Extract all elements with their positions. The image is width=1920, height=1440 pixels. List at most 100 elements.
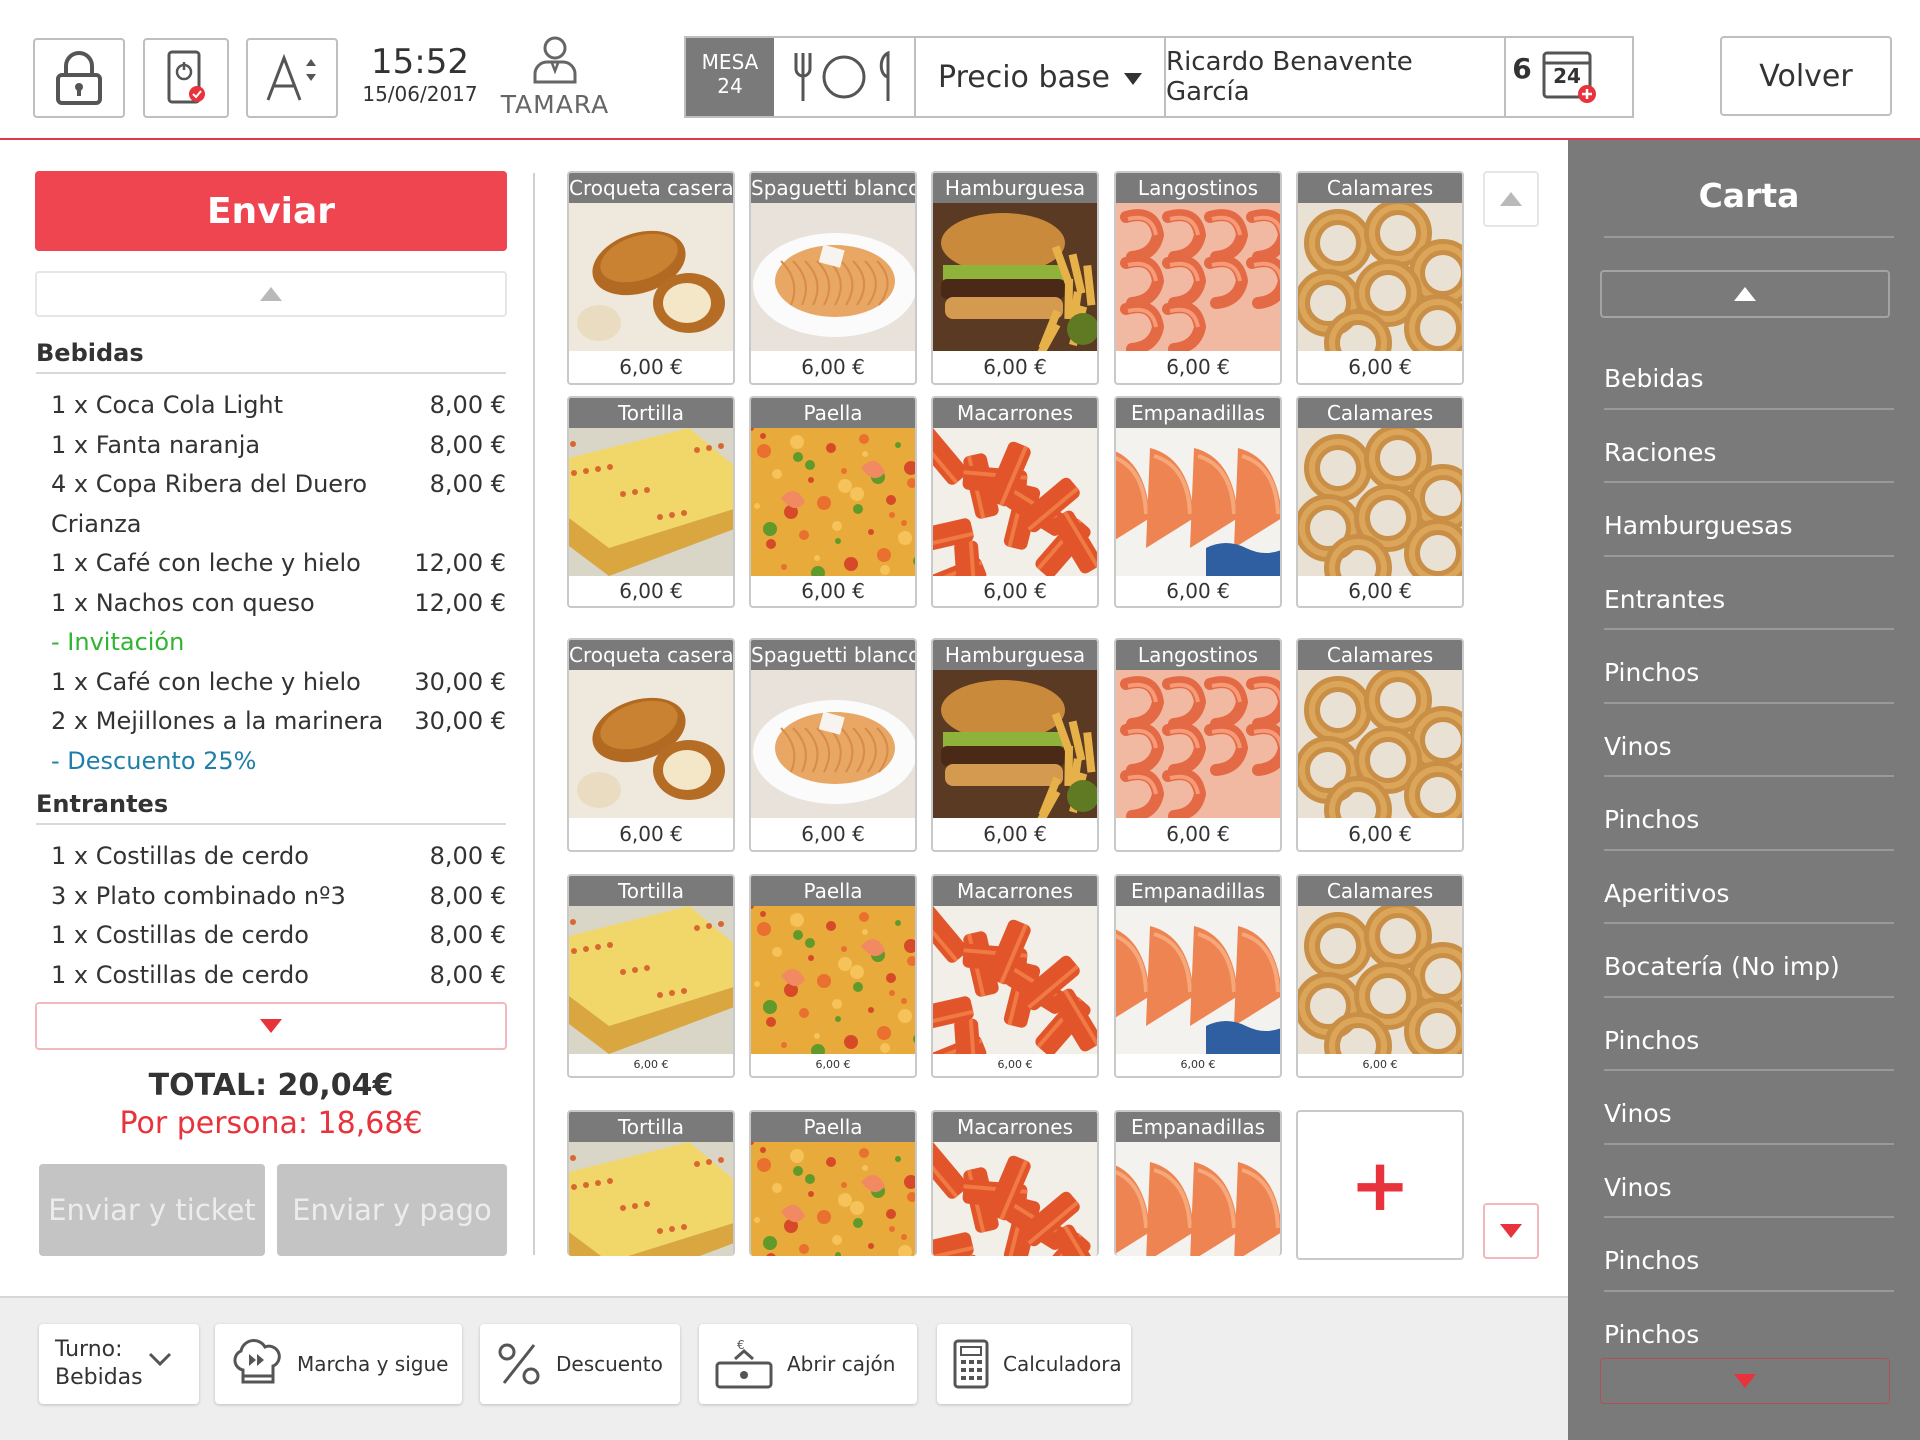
terminal-check-icon bbox=[167, 50, 205, 104]
product-image bbox=[1116, 428, 1280, 576]
menu-category-list: Bebidas Raciones Hamburguesas Entrantes Pinc… bbox=[1604, 336, 1894, 1365]
menu-category-item[interactable]: Pinchos bbox=[1604, 1218, 1894, 1292]
font-size-button[interactable] bbox=[246, 38, 338, 118]
product-image bbox=[569, 1142, 733, 1256]
diners-button[interactable]: 6 bbox=[774, 38, 1532, 116]
calculator-button[interactable]: Calculadora bbox=[937, 1324, 1131, 1404]
product-card[interactable]: Calamares 6,00 € bbox=[1296, 396, 1464, 608]
product-card[interactable]: Langostinos 6,00 € bbox=[1114, 638, 1282, 852]
order-line[interactable]: 1 x Nachos con queso 12,00 € bbox=[36, 584, 506, 624]
menu-category-item[interactable]: Hamburguesas bbox=[1604, 483, 1894, 557]
order-line-modifier[interactable]: - Descuento 25% bbox=[36, 742, 506, 782]
product-name: Hamburguesa bbox=[933, 640, 1097, 670]
shift-label: Turno: bbox=[55, 1337, 123, 1362]
order-line[interactable]: 1 x Fanta naranja 8,00 € bbox=[36, 426, 506, 466]
product-card[interactable]: Croqueta casera 6,00 € bbox=[567, 638, 735, 852]
product-image bbox=[1298, 670, 1462, 818]
menu-category-item[interactable]: Raciones bbox=[1604, 410, 1894, 483]
product-card[interactable]: Tortilla bbox=[567, 1110, 735, 1256]
cutlery-icon bbox=[794, 50, 890, 101]
menu-scroll-down-button[interactable] bbox=[1600, 1358, 1890, 1404]
order-line-description: 2 x Mejillones a la marinera bbox=[51, 707, 384, 735]
order-line-price bbox=[411, 505, 506, 545]
clock-date: 15/06/2017 bbox=[362, 82, 478, 106]
lock-icon bbox=[56, 51, 102, 105]
product-card[interactable]: Hamburguesa 6,00 € bbox=[931, 638, 1099, 852]
order-line[interactable]: 1 x Costillas de cerdo 8,00 € bbox=[36, 837, 506, 877]
order-line-price: 8,00 € bbox=[429, 391, 506, 419]
send-button[interactable]: Enviar bbox=[35, 171, 507, 251]
product-image bbox=[933, 203, 1097, 351]
product-card[interactable]: Calamares 6,00 € bbox=[1296, 874, 1464, 1078]
order-line[interactable]: 1 x Costillas de cerdo 8,00 € bbox=[36, 956, 506, 996]
menu-category-item[interactable]: Vinos bbox=[1604, 1145, 1894, 1218]
product-card[interactable]: Paella 6,00 € bbox=[749, 874, 917, 1078]
grid-scroll-down-button[interactable] bbox=[1483, 1203, 1539, 1259]
fire-continue-button[interactable]: Marcha y sigue bbox=[215, 1324, 462, 1404]
product-card[interactable]: Calamares 6,00 € bbox=[1296, 171, 1464, 385]
terminal-button[interactable] bbox=[143, 38, 229, 118]
user-indicator[interactable]: TAMARA bbox=[495, 34, 615, 119]
product-card[interactable]: Calamares 6,00 € bbox=[1296, 638, 1464, 852]
menu-category-item[interactable]: Vinos bbox=[1604, 704, 1894, 777]
menu-category-item[interactable]: Pinchos bbox=[1604, 998, 1894, 1071]
menu-category-item[interactable]: Bocatería (No imp) bbox=[1604, 924, 1894, 998]
product-card[interactable]: Croqueta casera 6,00 € bbox=[567, 171, 735, 385]
product-name: Empanadillas bbox=[1116, 398, 1280, 428]
product-price: 6,00 € bbox=[983, 355, 1047, 379]
table-number[interactable]: MESA 24 bbox=[686, 38, 774, 116]
menu-category-item[interactable]: Aperitivos bbox=[1604, 851, 1894, 924]
client-name[interactable]: Ricardo Benavente García bbox=[1166, 38, 1506, 116]
discount-button[interactable]: Descuento bbox=[480, 1324, 680, 1404]
order-scroll-up-button[interactable] bbox=[35, 271, 507, 317]
product-card[interactable]: Empanadillas 6,00 € bbox=[1114, 874, 1282, 1078]
order-line[interactable]: 1 x Costillas de cerdo 8,00 € bbox=[36, 916, 506, 956]
send-pay-button[interactable]: Enviar y pago bbox=[277, 1164, 507, 1256]
chef-forward-icon bbox=[233, 1339, 281, 1384]
product-card[interactable]: Empanadillas bbox=[1114, 1110, 1282, 1256]
menu-category-item[interactable]: Vinos bbox=[1604, 1071, 1894, 1145]
product-card[interactable]: Hamburguesa 6,00 € bbox=[931, 171, 1099, 385]
product-card[interactable]: Tortilla 6,00 € bbox=[567, 396, 735, 608]
send-ticket-button[interactable]: Enviar y ticket bbox=[39, 1164, 265, 1256]
add-product-button[interactable]: + bbox=[1296, 1110, 1464, 1260]
lock-button[interactable] bbox=[33, 38, 125, 118]
product-card[interactable]: Spaguetti blanco 6,00 € bbox=[749, 638, 917, 852]
price-mode-dropdown[interactable]: Precio base bbox=[916, 38, 1166, 116]
product-card[interactable]: Macarrones bbox=[931, 1110, 1099, 1256]
order-line[interactable]: 1 x Café con leche y hielo 30,00 € bbox=[36, 663, 506, 703]
product-card[interactable]: Langostinos 6,00 € bbox=[1114, 171, 1282, 385]
order-category-title: Bebidas bbox=[36, 336, 506, 374]
shift-value: Bebidas bbox=[55, 1365, 143, 1390]
order-line[interactable]: 2 x Mejillones a la marinera 30,00 € bbox=[36, 702, 506, 742]
product-name: Paella bbox=[751, 1112, 915, 1142]
product-card[interactable]: Macarrones 6,00 € bbox=[931, 874, 1099, 1078]
product-card[interactable]: Macarrones 6,00 € bbox=[931, 396, 1099, 608]
menu-category-item[interactable]: Pinchos bbox=[1604, 630, 1894, 704]
order-line[interactable]: 1 x Café con leche y hielo 12,00 € bbox=[36, 544, 506, 584]
menu-category-item[interactable]: Pinchos bbox=[1604, 1292, 1894, 1366]
order-line-price: 8,00 € bbox=[429, 842, 506, 870]
grid-scroll-up-button[interactable] bbox=[1483, 171, 1539, 227]
order-line[interactable]: Crianza bbox=[36, 505, 506, 545]
order-line-price: 8,00 € bbox=[429, 881, 506, 910]
back-button[interactable]: Volver bbox=[1720, 36, 1892, 116]
order-line[interactable]: 3 x Plato combinado nº3 8,00 € bbox=[36, 877, 506, 917]
product-card[interactable]: Spaguetti blanco 6,00 € bbox=[749, 171, 917, 385]
price-mode-value: Precio base bbox=[938, 59, 1110, 95]
order-line[interactable]: 4 x Copa Ribera del Duero 8,00 € bbox=[36, 465, 506, 505]
menu-scroll-up-button[interactable] bbox=[1600, 270, 1890, 318]
product-card[interactable]: Paella 6,00 € bbox=[749, 396, 917, 608]
menu-category-item[interactable]: Bebidas bbox=[1604, 336, 1894, 410]
shift-selector[interactable]: Turno: Bebidas bbox=[39, 1324, 199, 1404]
menu-category-item[interactable]: Entrantes bbox=[1604, 557, 1894, 630]
order-scroll-down-button[interactable] bbox=[35, 1002, 507, 1050]
order-line[interactable]: 1 x Coca Cola Light 8,00 € bbox=[36, 386, 506, 426]
order-line-price: 12,00 € bbox=[414, 588, 506, 617]
product-card[interactable]: Tortilla 6,00 € bbox=[567, 874, 735, 1078]
product-card[interactable]: Empanadillas 6,00 € bbox=[1114, 396, 1282, 608]
menu-category-item[interactable]: Pinchos bbox=[1604, 777, 1894, 851]
product-card[interactable]: Paella bbox=[749, 1110, 917, 1256]
open-drawer-button[interactable]: € Abrir cajón bbox=[699, 1324, 917, 1404]
order-line-modifier[interactable]: - Invitación bbox=[36, 623, 506, 663]
